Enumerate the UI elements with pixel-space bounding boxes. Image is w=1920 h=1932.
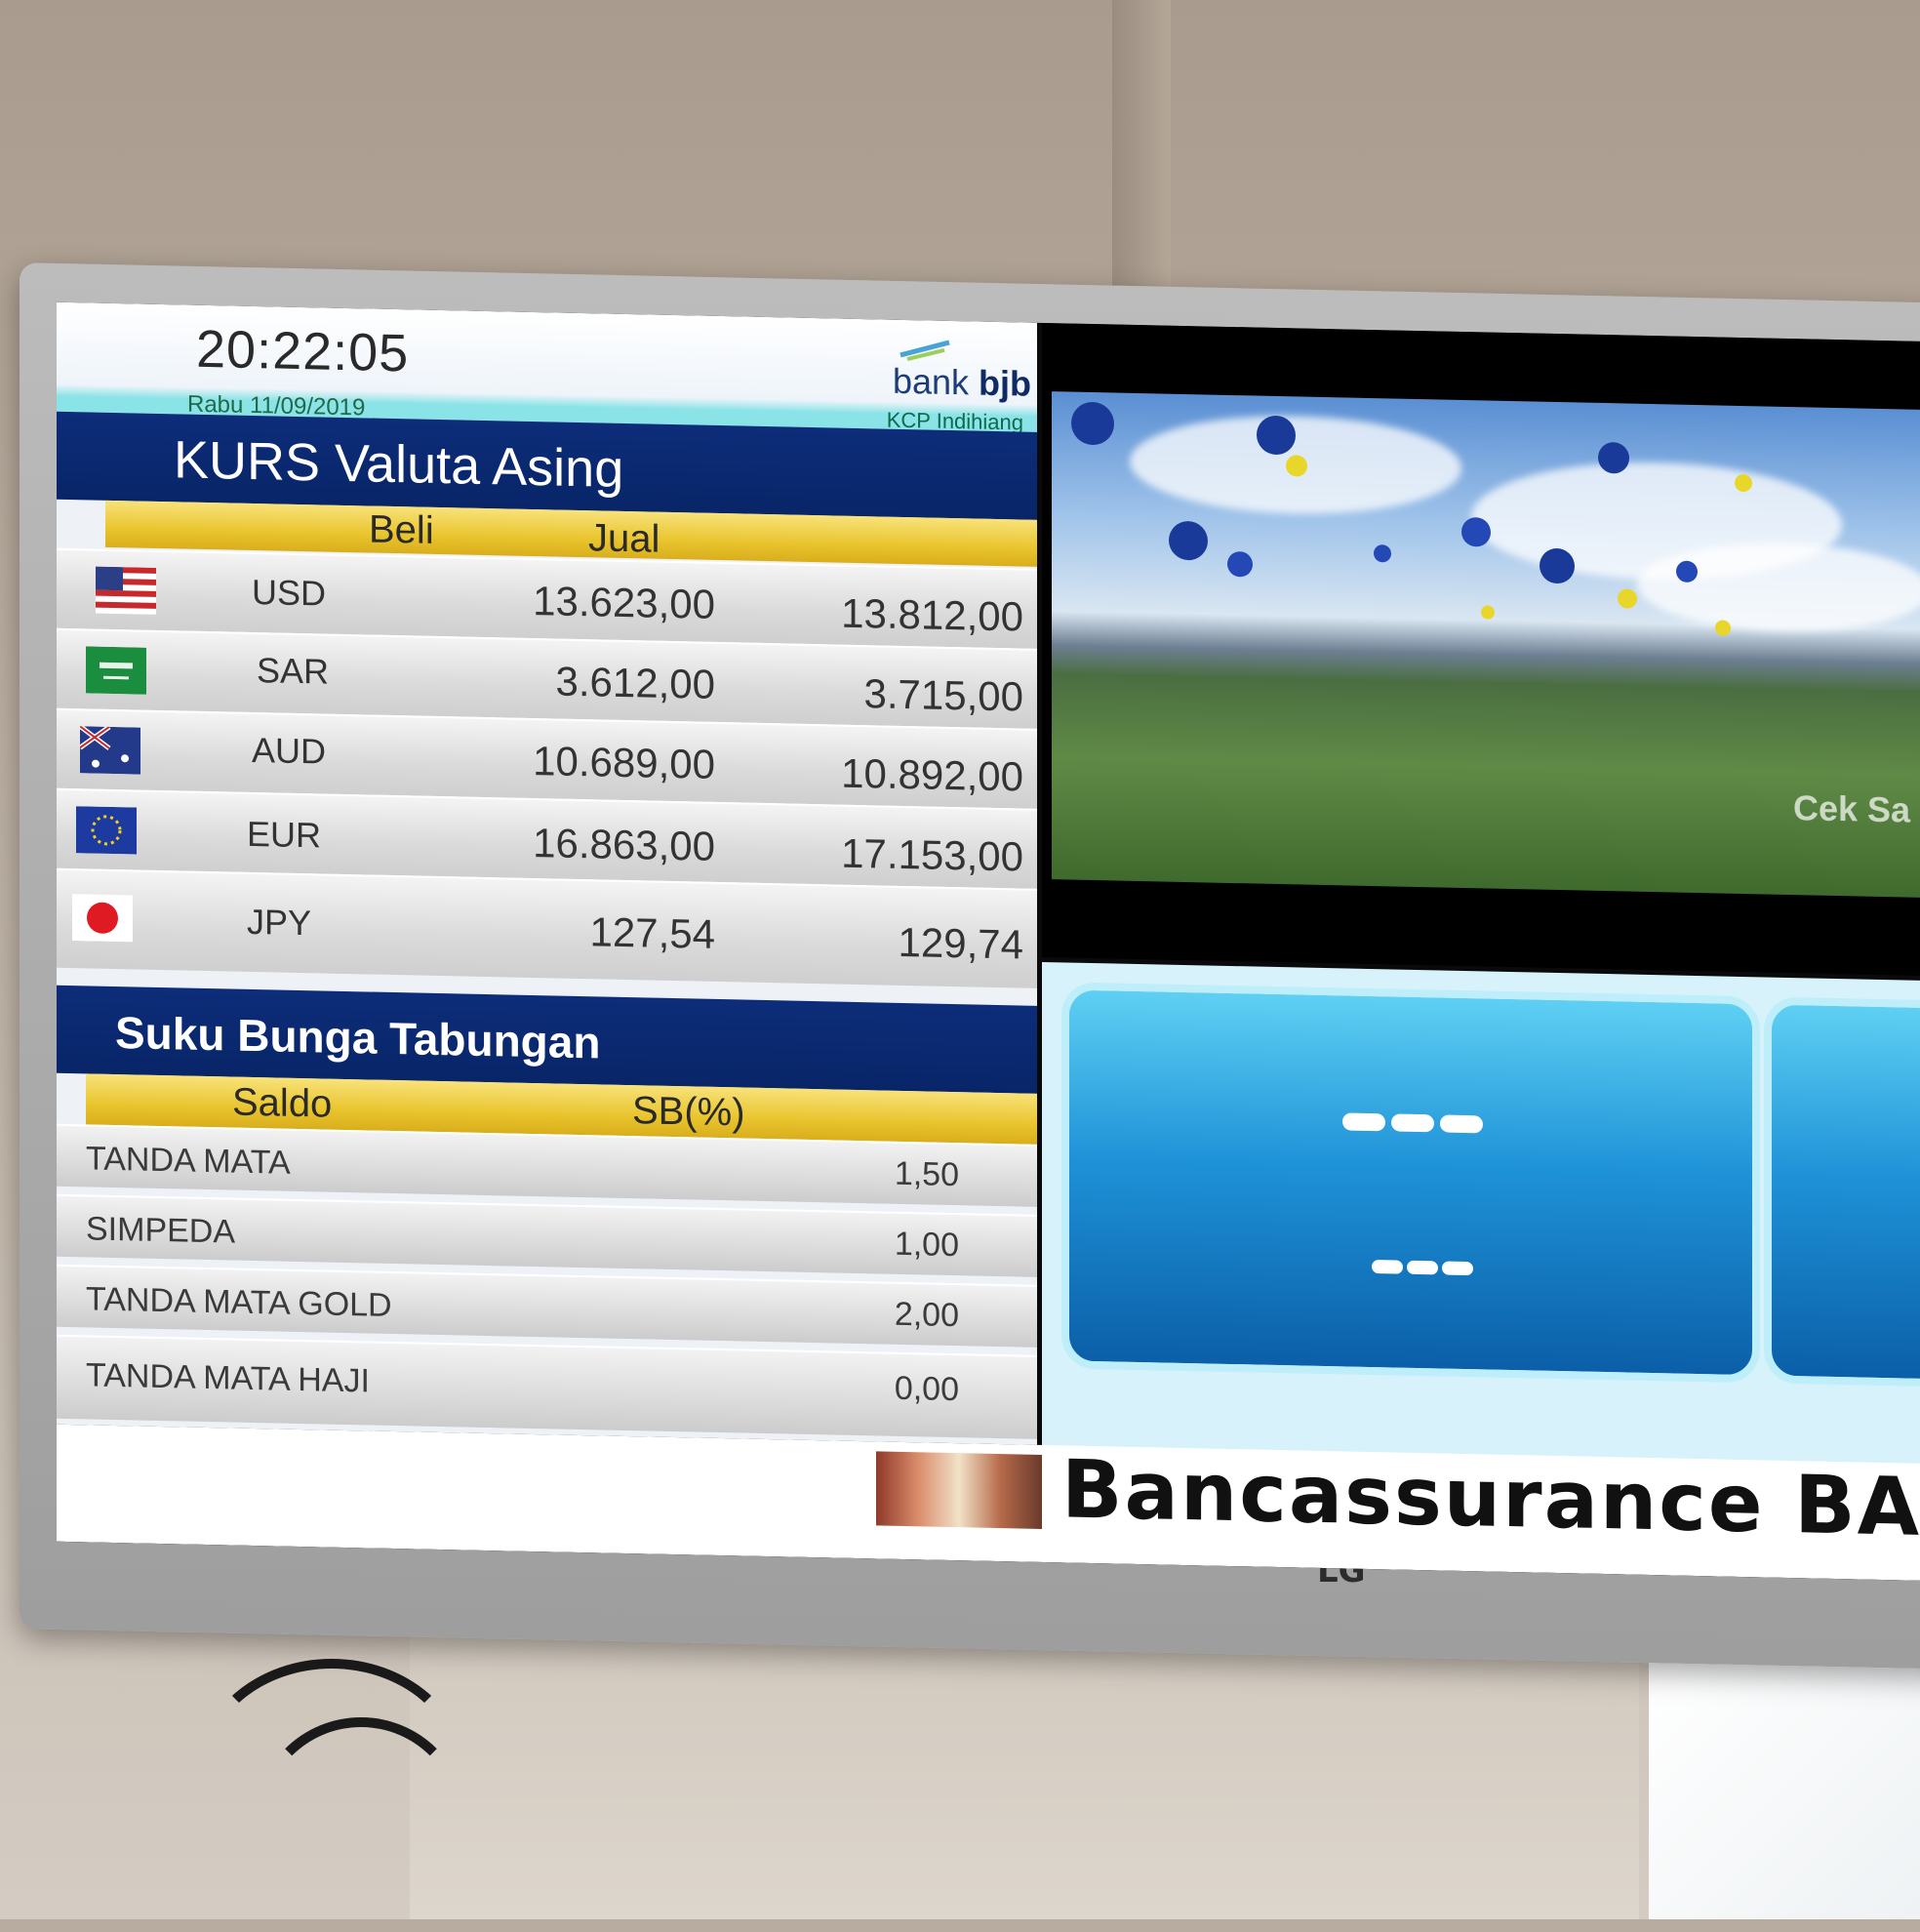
sell-rate: 3.715,00 bbox=[863, 670, 1024, 720]
savings-row: SIMPEDA 1,00 bbox=[57, 1193, 1037, 1277]
rates-panel: 20:22:05 Rabu 11/09/2019 bank bjb KCP In… bbox=[57, 302, 1037, 1445]
menu-tiles bbox=[1042, 961, 1920, 1469]
buy-column-label: Beli bbox=[369, 507, 434, 552]
placeholder-dash bbox=[1391, 1113, 1434, 1133]
currency-code: EUR bbox=[247, 813, 322, 856]
placeholder-dash bbox=[1440, 1114, 1483, 1134]
video-caption: Cek Sa bbox=[1793, 787, 1911, 830]
sell-rate: 17.153,00 bbox=[841, 829, 1023, 880]
japan-flag-icon bbox=[72, 894, 133, 943]
sell-rate: 10.892,00 bbox=[841, 749, 1023, 800]
rate-row-jpy: JPY 127,54 129,74 bbox=[57, 867, 1037, 988]
currency-code: AUD bbox=[252, 729, 327, 772]
header-bar: 20:22:05 Rabu 11/09/2019 bank bjb KCP In… bbox=[57, 302, 1037, 435]
floating-ball bbox=[1540, 547, 1575, 584]
product-name: TANDA MATA GOLD bbox=[86, 1280, 392, 1324]
ticker-text: Bancassurance BAH bbox=[1061, 1443, 1920, 1556]
display-screen: 20:22:05 Rabu 11/09/2019 bank bjb KCP In… bbox=[57, 302, 1920, 1582]
sell-rate: 13.812,00 bbox=[841, 589, 1023, 640]
eu-flag-icon bbox=[76, 806, 137, 855]
savings-row: TANDA MATA HAJI 0,00 bbox=[57, 1334, 1037, 1439]
currency-code: USD bbox=[252, 571, 327, 614]
bank-name: bank bjb bbox=[892, 360, 1031, 404]
floating-ball bbox=[1481, 605, 1495, 620]
product-name: TANDA MATA HAJI bbox=[86, 1356, 370, 1400]
floating-ball bbox=[1735, 473, 1752, 493]
video-frame: Cek Sa bbox=[1052, 391, 1920, 899]
floating-ball bbox=[1715, 620, 1731, 636]
placeholder-dash bbox=[1407, 1260, 1438, 1275]
info-tile bbox=[1061, 982, 1760, 1384]
cloud bbox=[1637, 540, 1920, 635]
exchange-rate-title: KURS Valuta Asing bbox=[174, 430, 624, 499]
savings-rate-title: Suku Bunga Tabungan bbox=[115, 1007, 601, 1068]
clock: 20:22:05 bbox=[196, 319, 410, 383]
window-light bbox=[1649, 1659, 1920, 1919]
buy-rate: 3.612,00 bbox=[555, 658, 716, 707]
ticker-photo bbox=[876, 1451, 1042, 1529]
interest-rate: 2,00 bbox=[894, 1295, 959, 1335]
currency-code: JPY bbox=[247, 901, 312, 944]
saudi-flag-icon bbox=[86, 646, 146, 695]
savings-row: TANDA MATA GOLD 2,00 bbox=[57, 1264, 1037, 1348]
interest-rate: 1,50 bbox=[894, 1154, 959, 1194]
floating-ball bbox=[1676, 560, 1698, 584]
currency-code: SAR bbox=[257, 650, 330, 692]
floating-ball bbox=[1461, 516, 1491, 547]
floating-ball bbox=[1071, 401, 1114, 446]
floating-ball bbox=[1598, 441, 1629, 474]
floating-ball bbox=[1169, 520, 1208, 561]
product-name: SIMPEDA bbox=[86, 1210, 236, 1251]
floating-ball bbox=[1618, 588, 1637, 609]
floating-ball bbox=[1286, 455, 1307, 477]
rate-column-label: SB(%) bbox=[632, 1089, 745, 1135]
placeholder-dash bbox=[1442, 1261, 1473, 1276]
floating-ball bbox=[1227, 550, 1253, 578]
buy-rate: 16.863,00 bbox=[533, 820, 715, 869]
buy-rate: 13.623,00 bbox=[533, 578, 715, 627]
placeholder-dash bbox=[1342, 1112, 1385, 1132]
placeholder-dash bbox=[1372, 1260, 1403, 1274]
interest-rate: 1,00 bbox=[894, 1225, 959, 1265]
floating-ball bbox=[1374, 544, 1391, 563]
interest-rate: 0,00 bbox=[894, 1369, 959, 1409]
australia-flag-icon bbox=[80, 726, 140, 775]
promo-video: Cek Sa bbox=[1042, 322, 1920, 977]
bank-logo-icon bbox=[900, 340, 950, 361]
balance-column-label: Saldo bbox=[232, 1080, 333, 1126]
floating-ball bbox=[1257, 415, 1296, 456]
info-tile bbox=[1764, 996, 1920, 1389]
product-name: TANDA MATA bbox=[86, 1140, 291, 1182]
power-cable bbox=[254, 1717, 468, 1932]
sell-column-label: Jual bbox=[588, 516, 660, 561]
usa-flag-icon bbox=[96, 566, 156, 615]
buy-rate: 10.689,00 bbox=[533, 738, 715, 787]
sell-rate: 129,74 bbox=[898, 918, 1023, 968]
buy-rate: 127,54 bbox=[589, 908, 715, 957]
